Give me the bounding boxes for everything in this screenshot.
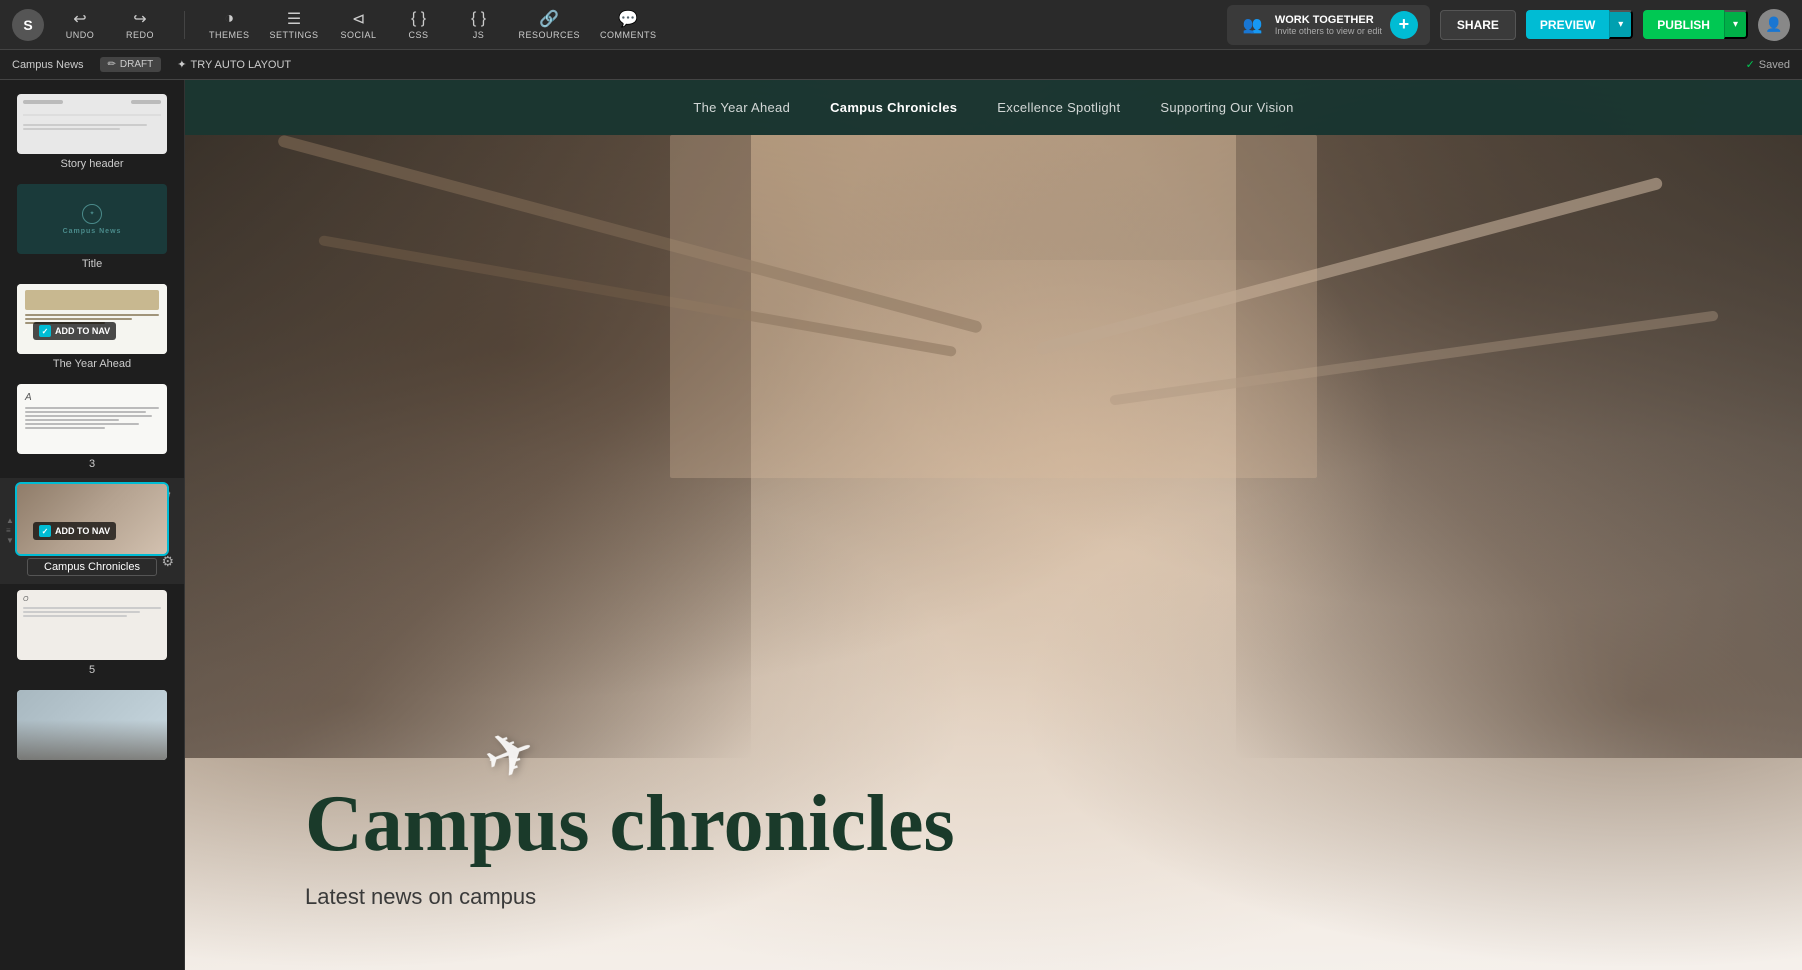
- preview-btn-group: PREVIEW ▾: [1526, 10, 1633, 39]
- undo-button[interactable]: ↩ UNDO: [60, 10, 100, 40]
- sidebar-item-1[interactable]: Story header: [0, 88, 184, 178]
- gear-icon[interactable]: ⚙: [161, 553, 174, 570]
- resources-button[interactable]: 🔗 RESOURCES: [519, 10, 581, 40]
- page-5-name-input[interactable]: [27, 558, 157, 576]
- page6-thumb: [17, 690, 167, 760]
- hero-area: ✈ Campus chronicles Latest news on campu…: [185, 80, 1802, 970]
- page5-thumb: O: [17, 590, 167, 660]
- hero-subtitle: Latest news on campus: [305, 884, 1602, 910]
- second-bar: Campus News ✏ DRAFT ✦ TRY AUTO LAYOUT ✓ …: [0, 50, 1802, 80]
- page-thumbnail-2: ✦ Campus News: [17, 184, 167, 254]
- themes-button[interactable]: ◑ THEMES: [209, 10, 250, 40]
- work-together-button[interactable]: 👥 WORK TOGETHER Invite others to view or…: [1227, 5, 1430, 45]
- add-to-nav-3[interactable]: ✓ ADD TO NAV: [33, 322, 116, 340]
- story-header-thumb: [17, 94, 167, 154]
- add-to-nav-5[interactable]: ✓ ADD TO NAV: [33, 522, 116, 540]
- wand-icon: ✦: [177, 58, 186, 71]
- divider-1: [184, 11, 185, 39]
- nav-item-2[interactable]: Campus Chronicles: [830, 100, 957, 115]
- nav-item-1[interactable]: The Year Ahead: [693, 100, 790, 115]
- sidebar-item-6[interactable]: O 5: [0, 584, 184, 684]
- preview-dropdown-button[interactable]: ▾: [1609, 10, 1633, 39]
- page-thumbnail-1: [17, 94, 167, 154]
- page-7-label: [8, 764, 176, 766]
- page-5-label: [8, 558, 176, 578]
- page-6-label: 5: [8, 664, 176, 678]
- page-4-label: 3: [8, 458, 176, 472]
- comments-button[interactable]: 💬 COMMENTS: [600, 10, 657, 40]
- share-button[interactable]: SHARE: [1440, 10, 1516, 40]
- page-3-label: The Year Ahead: [8, 358, 176, 372]
- page-2-label: Title: [8, 258, 176, 272]
- plus-button[interactable]: +: [1390, 11, 1418, 39]
- js-button[interactable]: { } JS: [459, 10, 499, 40]
- user-avatar[interactable]: 👤: [1758, 9, 1790, 41]
- social-button[interactable]: ⊲ SOCIAL: [339, 10, 379, 40]
- main-layout: Story header ✦ Campus News Title: [0, 80, 1802, 970]
- redo-icon: ↪: [131, 10, 149, 28]
- logo-icon[interactable]: S: [12, 9, 44, 41]
- sidebar: Story header ✦ Campus News Title: [0, 80, 185, 970]
- canvas-area: ✈ Campus chronicles Latest news on campu…: [185, 80, 1802, 970]
- text-page-thumb: A: [17, 384, 167, 454]
- logo-small: ✦: [82, 204, 102, 224]
- page-thumbnail-6: O: [17, 590, 167, 660]
- hero-text-container: Campus chronicles Latest news on campus: [305, 780, 1602, 910]
- sidebar-item-7[interactable]: [0, 684, 184, 772]
- toolbar-right: 👥 WORK TOGETHER Invite others to view or…: [1227, 5, 1790, 45]
- nav-item-3[interactable]: Excellence Spotlight: [997, 100, 1120, 115]
- sidebar-item-4[interactable]: A 3: [0, 378, 184, 478]
- sidebar-item-5[interactable]: 🗑 ⧉ ▲ ≡ ▼ ✓ ADD TO NAV: [0, 478, 184, 584]
- title-thumb: ✦ Campus News: [17, 184, 167, 254]
- page-name: Campus News: [12, 59, 84, 71]
- resources-icon: 🔗: [540, 10, 558, 28]
- redo-button[interactable]: ↪ REDO: [120, 10, 160, 40]
- page-thumbnail-7: [17, 690, 167, 760]
- toolbar: S ↩ UNDO ↪ REDO ◑ THEMES ☰ SETTINGS ⊲ SO…: [0, 0, 1802, 50]
- sidebar-item-3[interactable]: ✓ ADD TO NAV The Year Ahead: [0, 278, 184, 378]
- page-1-label: Story header: [8, 158, 176, 172]
- social-icon: ⊲: [350, 10, 368, 28]
- checkbox-5[interactable]: ✓: [39, 525, 51, 537]
- js-icon: { }: [470, 10, 488, 28]
- edit-icon: ✏: [108, 59, 116, 70]
- preview-nav: The Year Ahead Campus Chronicles Excelle…: [185, 80, 1802, 135]
- toolbar-actions: ↩ UNDO ↪ REDO ◑ THEMES ☰ SETTINGS ⊲ SOCI…: [60, 10, 1227, 40]
- page-thumbnail-3: ✓ ADD TO NAV: [17, 284, 167, 354]
- undo-icon: ↩: [71, 10, 89, 28]
- nav-item-4[interactable]: Supporting Our Vision: [1160, 100, 1293, 115]
- work-together-icon: 👥: [1239, 15, 1267, 35]
- publish-button[interactable]: PUBLISH: [1643, 10, 1724, 39]
- drag-handle[interactable]: ▲ ≡ ▼: [6, 517, 14, 545]
- checkbox-3[interactable]: ✓: [39, 325, 51, 337]
- settings-button[interactable]: ☰ SETTINGS: [270, 10, 319, 40]
- year-ahead-thumb: [17, 284, 167, 354]
- auto-layout-button[interactable]: ✦ TRY AUTO LAYOUT: [177, 58, 291, 71]
- work-together-text: WORK TOGETHER Invite others to view or e…: [1275, 14, 1382, 36]
- page-thumbnail-5: ✓ ADD TO NAV: [17, 484, 167, 554]
- css-icon: { }: [410, 10, 428, 28]
- people-scene: [185, 135, 1802, 758]
- preview-button[interactable]: PREVIEW: [1526, 10, 1609, 39]
- sidebar-item-2[interactable]: ✦ Campus News Title: [0, 178, 184, 278]
- campus-chronicles-thumb: [17, 484, 167, 554]
- draft-badge: ✏ DRAFT: [100, 57, 162, 72]
- comments-icon: 💬: [619, 10, 637, 28]
- check-icon: ✓: [1746, 58, 1755, 71]
- hero-title: Campus chronicles: [305, 780, 1602, 868]
- publish-btn-group: PUBLISH ▾: [1643, 10, 1748, 39]
- website-preview: ✈ Campus chronicles Latest news on campu…: [185, 80, 1802, 970]
- themes-icon: ◑: [220, 10, 238, 28]
- page-thumbnail-4: A: [17, 384, 167, 454]
- publish-dropdown-button[interactable]: ▾: [1724, 10, 1748, 39]
- css-button[interactable]: { } CSS: [399, 10, 439, 40]
- saved-indicator: ✓ Saved: [1746, 58, 1790, 71]
- settings-icon: ☰: [285, 10, 303, 28]
